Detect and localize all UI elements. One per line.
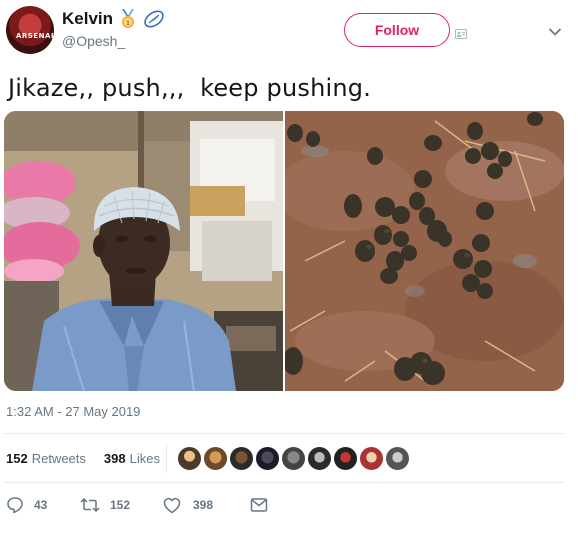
- tweet-actions: 43 152 398: [6, 496, 268, 514]
- retweet-action-count: 152: [110, 498, 131, 512]
- tweet-text: Jikaze,, push,,, keep pushing.: [8, 74, 372, 102]
- tweet-stats: 152 Retweets 398 Likes: [6, 451, 160, 466]
- liker-avatar[interactable]: [280, 445, 307, 472]
- reply-button[interactable]: 43: [6, 496, 80, 514]
- medal-icon: 1: [119, 9, 137, 29]
- retweet-icon: [80, 497, 100, 513]
- svg-text:1: 1: [126, 20, 130, 27]
- like-icon: [163, 497, 181, 514]
- liker-avatar[interactable]: [384, 445, 411, 472]
- chevron-down-icon[interactable]: [548, 24, 562, 36]
- like-count[interactable]: 398: [104, 451, 126, 466]
- photo-goat-droppings[interactable]: [285, 111, 564, 391]
- retweets-label[interactable]: Retweets: [32, 451, 86, 466]
- liker-avatar[interactable]: [306, 445, 333, 472]
- user-handle[interactable]: @Opesh_: [62, 33, 125, 49]
- retweet-button[interactable]: 152: [80, 497, 163, 513]
- tweet-header: ARSENAL Kelvin 1 @Opesh_ Follow: [0, 0, 578, 66]
- rugby-ball-icon: [143, 10, 165, 28]
- avatar[interactable]: ARSENAL: [6, 6, 54, 54]
- contact-card-icon[interactable]: [455, 26, 467, 39]
- liker-avatar[interactable]: [228, 445, 255, 472]
- follow-button[interactable]: Follow: [344, 13, 450, 47]
- user-name[interactable]: Kelvin: [62, 9, 113, 29]
- reply-icon: [6, 496, 24, 514]
- like-button[interactable]: 398: [163, 497, 250, 514]
- liker-avatars: [176, 445, 411, 472]
- divider-top: [4, 433, 564, 434]
- liker-avatar[interactable]: [332, 445, 359, 472]
- direct-message-button[interactable]: [250, 497, 268, 513]
- message-icon: [250, 497, 268, 513]
- tweet-timestamp[interactable]: 1:32 AM - 27 May 2019: [6, 404, 140, 419]
- like-action-count: 398: [193, 498, 214, 512]
- reply-count: 43: [34, 498, 48, 512]
- liker-avatar[interactable]: [176, 445, 203, 472]
- likes-label[interactable]: Likes: [130, 451, 160, 466]
- liker-avatar[interactable]: [202, 445, 229, 472]
- name-row: Kelvin 1: [62, 9, 165, 29]
- liker-avatar[interactable]: [358, 445, 385, 472]
- photo-man-hairnet[interactable]: [4, 111, 283, 391]
- liker-avatar[interactable]: [254, 445, 281, 472]
- media-grid[interactable]: [4, 111, 564, 391]
- divider-bottom: [4, 482, 564, 483]
- retweet-count[interactable]: 152: [6, 451, 28, 466]
- avatar-text: ARSENAL: [16, 32, 54, 40]
- stats-separator: [166, 443, 167, 473]
